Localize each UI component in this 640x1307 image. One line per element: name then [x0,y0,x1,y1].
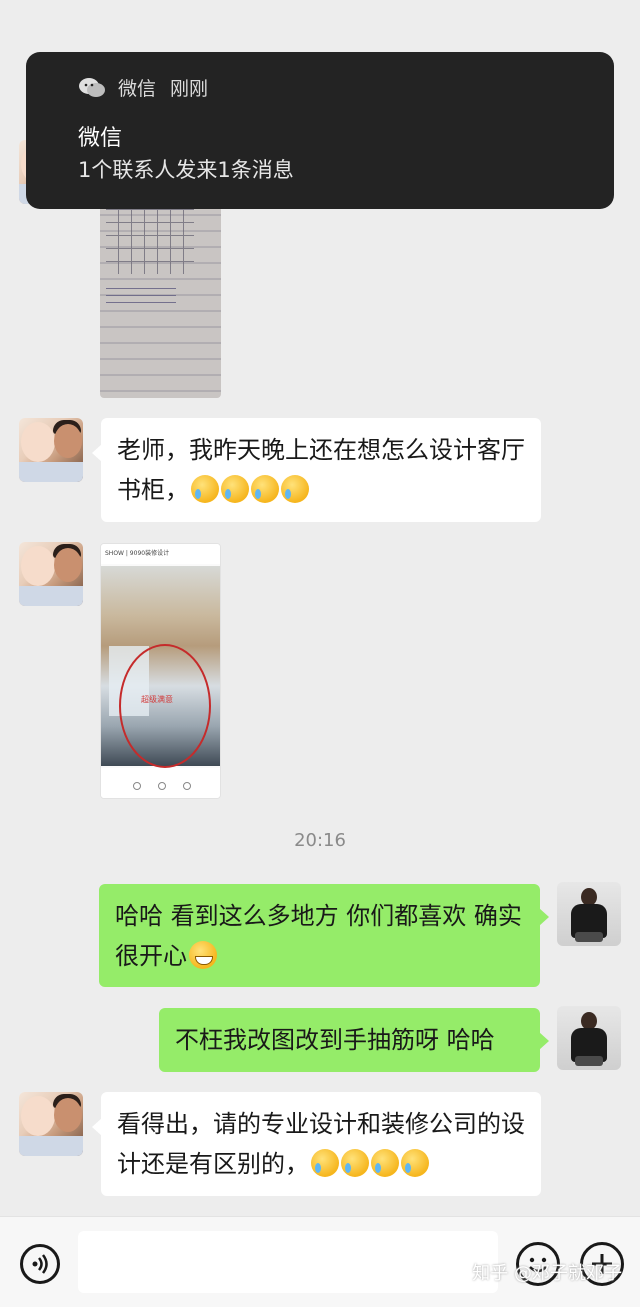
screenshot-topbar: SHOW | 9090装修设计 [101,544,220,564]
laugh-cry-emoji-icon [191,475,219,503]
notification-app-name: 微信 [118,78,157,100]
laugh-cry-emoji-icon [311,1149,339,1177]
message-input[interactable] [78,1231,498,1293]
laugh-cry-emoji-icon [371,1149,399,1177]
contact-avatar[interactable] [19,418,83,482]
wechat-icon [79,78,105,97]
laugh-cry-emoji-icon [281,475,309,503]
message-bubble-incoming[interactable]: 看得出，请的专业设计和装修公司的设计还是有区别的， [92,1092,541,1196]
notebook-photo-message[interactable] [100,200,221,398]
message-bubble-outgoing[interactable]: 哈哈 看到这么多地方 你们都喜欢 确实很开心 [99,884,549,987]
watermark: 知乎 @邓子就邓子 [472,1263,622,1284]
notification-banner[interactable]: 微信 刚刚 微信 1个联系人发来1条消息 [26,52,614,209]
message-text: 哈哈 看到这么多地方 你们都喜欢 确实很开心 [115,902,522,970]
notification-title: 微信 [78,126,123,151]
laugh-cry-emoji-icon [341,1149,369,1177]
voice-icon [32,1254,48,1274]
message-text: 老师，我昨天晚上还在想怎么设计客厅书柜， [117,436,525,504]
my-avatar[interactable] [557,1006,621,1070]
contact-avatar[interactable] [19,542,83,606]
red-circle-annotation [119,644,211,768]
laugh-cry-emoji-icon [251,475,279,503]
grin-emoji-icon [189,941,217,969]
message-bubble-incoming[interactable]: 老师，我昨天晚上还在想怎么设计客厅书柜， [92,418,541,522]
living-room-render: 超级满意 [101,566,220,768]
screenshot-navbar [101,768,220,798]
contact-avatar[interactable] [19,1092,83,1156]
laugh-cry-emoji-icon [401,1149,429,1177]
my-avatar[interactable] [557,882,621,946]
design-screenshot-message[interactable]: SHOW | 9090装修设计 超级满意 [100,543,221,799]
laugh-cry-emoji-icon [221,475,249,503]
message-bubble-outgoing[interactable]: 不枉我改图改到手抽筋呀 哈哈 [159,1008,549,1072]
voice-button[interactable] [20,1244,60,1284]
annotation-text: 超级满意 [141,695,173,704]
chat-timestamp: 20:16 [294,830,346,851]
notification-body: 1个联系人发来1条消息 [78,158,294,182]
input-bar: 知乎 @邓子就邓子 [0,1216,640,1307]
message-text: 不枉我改图改到手抽筋呀 哈哈 [175,1026,495,1054]
notification-time: 刚刚 [170,78,209,100]
